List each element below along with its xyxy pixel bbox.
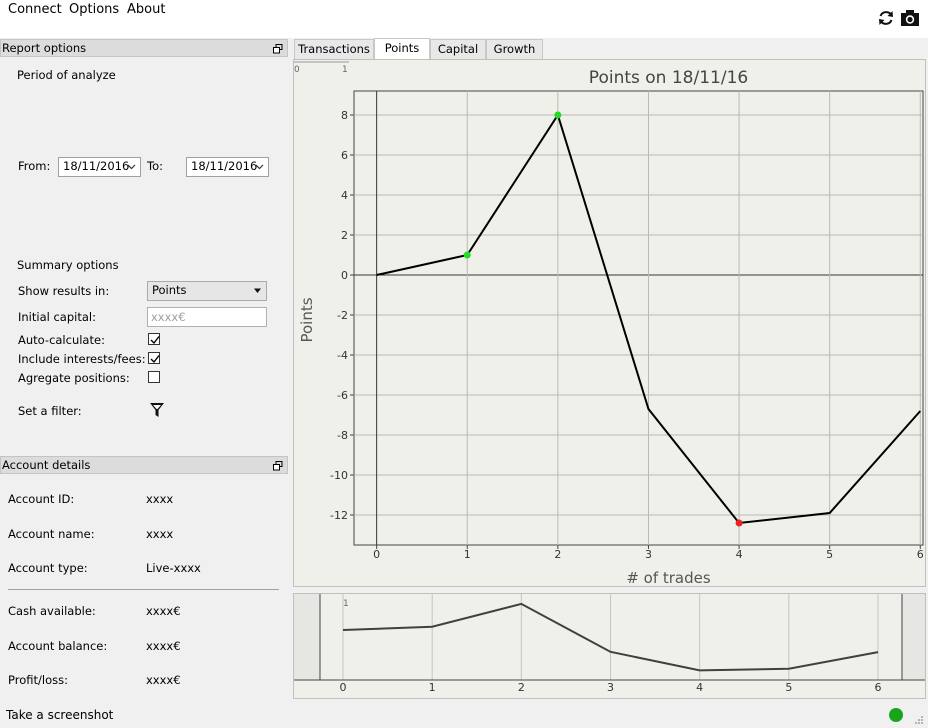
chevron-down-icon <box>127 164 136 170</box>
x-tick-label: 0 <box>340 681 347 694</box>
divider <box>8 589 279 590</box>
y-tick-label: 0 <box>341 269 348 282</box>
account-details-title-bar: Account details <box>0 456 288 474</box>
tab-transactions[interactable]: Transactions <box>294 39 374 59</box>
to-date-value: 18/11/2016 <box>191 159 258 173</box>
x-tick-label: 2 <box>554 548 561 561</box>
y-tick-label: 4 <box>341 189 348 202</box>
cash-available-label: Cash available: <box>8 604 96 618</box>
resize-grip-icon[interactable] <box>914 714 924 724</box>
chart-title: Points on 18/11/16 <box>589 68 748 88</box>
report-options-title-bar: Report options <box>0 39 288 57</box>
cash-available-value: xxxx€ <box>146 604 181 618</box>
range-navigator-panel: 0 1 2 3 4 5 6 1 <box>293 593 926 699</box>
account-name-value: xxxx <box>146 527 174 541</box>
profit-loss-value: xxxx€ <box>146 673 181 687</box>
y-tick-label: -10 <box>330 469 348 482</box>
filter-icon[interactable] <box>149 402 165 418</box>
show-results-label: Show results in: <box>18 284 110 298</box>
data-point-marker <box>735 519 743 527</box>
x-tick-label: 0 <box>373 548 380 561</box>
points-chart[interactable]: -12 -10 -8 -6 -4 -2 0 2 4 6 8 0 1 2 3 4 5 6 Points on 18/1… <box>294 60 925 587</box>
auto-calculate-label: Auto-calculate: <box>18 333 105 347</box>
account-details-title: Account details <box>2 458 91 472</box>
initial-capital-placeholder: xxxx€ <box>151 310 186 324</box>
navigator-range-label: 1 <box>343 599 349 609</box>
points-chart-panel: -12 -10 -8 -6 -4 -2 0 2 4 6 8 0 1 2 3 4 5 6 Points on 18/1… <box>293 59 926 587</box>
checkmark-icon <box>150 336 160 345</box>
tab-growth[interactable]: Growth <box>486 39 543 59</box>
x-tick-label: 1 <box>464 548 471 561</box>
account-balance-value: xxxx€ <box>146 639 181 653</box>
y-tick-label: 2 <box>341 229 348 242</box>
summary-options-label: Summary options <box>17 258 119 272</box>
data-point-marker <box>463 251 471 259</box>
y-tick-label: 8 <box>341 109 348 122</box>
menu-options[interactable]: Options <box>69 2 119 17</box>
y-axis-label: Points <box>298 297 316 342</box>
account-type-value: Live-xxxx <box>146 561 201 575</box>
set-filter-label: Set a filter: <box>18 404 82 418</box>
x-tick-label: 6 <box>917 548 924 561</box>
refresh-icon[interactable] <box>876 8 896 28</box>
profit-loss-label: Profit/loss: <box>8 673 68 687</box>
x-tick-label: 2 <box>518 681 525 694</box>
range-start-label: 0 <box>294 65 300 75</box>
to-label: To: <box>147 159 163 173</box>
from-date-value: 18/11/2016 <box>63 159 130 173</box>
y-tick-label: -4 <box>337 349 348 362</box>
report-options-title: Report options <box>2 41 87 55</box>
initial-capital-input[interactable]: xxxx€ <box>147 307 267 327</box>
y-tick-label: -2 <box>337 309 348 322</box>
camera-icon[interactable] <box>900 8 920 28</box>
y-tick-label: -6 <box>337 389 348 402</box>
from-label: From: <box>18 159 51 173</box>
from-date-picker[interactable]: 18/11/2016 <box>58 157 141 177</box>
range-navigator[interactable]: 0 1 2 3 4 5 6 1 <box>294 594 925 698</box>
x-tick-label: 4 <box>736 548 743 561</box>
chevron-down-icon <box>255 164 264 170</box>
x-axis-label: # of trades <box>626 569 711 586</box>
status-text: Take a screenshot <box>6 708 114 722</box>
range-end-label: 1 <box>342 65 348 75</box>
x-tick-label: 5 <box>826 548 833 561</box>
to-date-picker[interactable]: 18/11/2016 <box>186 157 269 177</box>
auto-calculate-checkbox[interactable] <box>148 333 160 345</box>
account-id-label: Account ID: <box>8 492 75 506</box>
data-point-marker <box>554 111 562 119</box>
float-window-icon[interactable] <box>273 459 283 471</box>
x-tick-label: 1 <box>429 681 436 694</box>
tab-capital[interactable]: Capital <box>430 39 486 59</box>
connection-status-icon <box>889 708 903 722</box>
plot-area <box>353 90 924 546</box>
float-window-icon[interactable] <box>273 42 283 54</box>
aggregate-positions-checkbox[interactable] <box>148 371 160 383</box>
include-fees-checkbox[interactable] <box>148 352 160 364</box>
menu-connect[interactable]: Connect <box>8 2 62 17</box>
menu-about[interactable]: About <box>127 2 165 17</box>
account-name-label: Account name: <box>8 527 95 541</box>
account-type-label: Account type: <box>8 561 88 575</box>
account-balance-label: Account balance: <box>8 639 108 653</box>
x-tick-label: 5 <box>785 681 792 694</box>
y-tick-label: -12 <box>330 509 348 522</box>
checkmark-icon <box>150 355 160 364</box>
initial-capital-label: Initial capital: <box>18 310 96 324</box>
include-fees-label: Include interests/fees: <box>18 352 146 366</box>
dropdown-arrow-icon <box>254 288 261 293</box>
show-results-select[interactable]: Points <box>147 281 267 301</box>
x-tick-label: 4 <box>696 681 703 694</box>
x-tick-label: 6 <box>875 681 882 694</box>
period-label: Period of analyze <box>17 68 116 82</box>
y-tick-label: -8 <box>337 429 348 442</box>
aggregate-positions-label: Agregate positions: <box>18 371 130 385</box>
tab-points[interactable]: Points <box>374 38 430 60</box>
y-tick-label: 6 <box>341 149 348 162</box>
show-results-value: Points <box>152 283 187 297</box>
status-bar: Take a screenshot <box>0 704 928 726</box>
menu-bar: Connect Options About <box>0 0 928 38</box>
x-tick-label: 3 <box>645 548 652 561</box>
x-tick-label: 3 <box>607 681 614 694</box>
account-id-value: xxxx <box>146 492 174 506</box>
